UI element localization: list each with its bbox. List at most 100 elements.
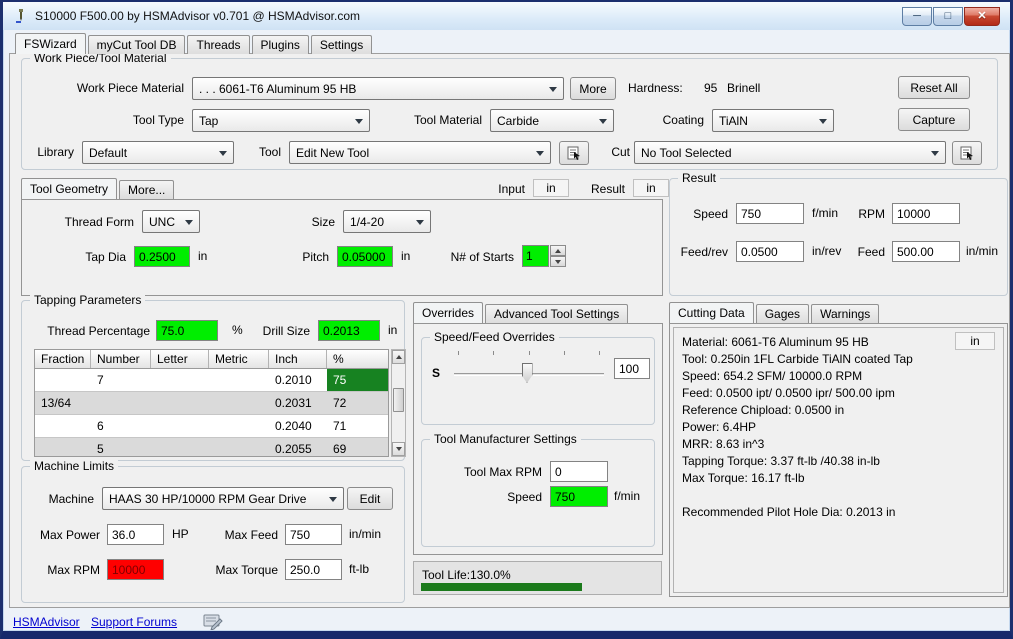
pitch-field[interactable]: 0.05000 <box>337 246 393 267</box>
starts-label: N# of Starts <box>427 249 514 265</box>
tab-mycut-tool-db[interactable]: myCut Tool DB <box>88 35 186 54</box>
support-forums-link[interactable]: Support Forums <box>91 614 177 630</box>
col-percent[interactable]: % <box>327 350 388 368</box>
feed-unit: in/min <box>966 241 998 262</box>
tab-gages[interactable]: Gages <box>756 304 809 323</box>
mfr-speed-unit: f/min <box>614 486 640 507</box>
tab-overrides[interactable]: Overrides <box>413 302 483 323</box>
tab-cutting-data[interactable]: Cutting Data <box>669 302 754 323</box>
library-select[interactable]: Default <box>82 141 234 164</box>
drill-size-field[interactable]: 0.2013 <box>318 320 380 341</box>
minimize-icon[interactable]: ─ <box>902 7 932 26</box>
coating-label: Coating <box>634 112 704 128</box>
cutting-line: Recommended Pilot Hole Dia: 0.2013 in <box>674 504 1003 521</box>
scroll-down-icon[interactable] <box>392 442 405 456</box>
title-bar[interactable]: S10000 F500.00 by HSMAdvisor v0.701 @ HS… <box>3 2 1010 30</box>
size-select[interactable]: 1/4-20 <box>343 210 431 233</box>
tool-manufacturer-group: Tool Manufacturer Settings Tool Max RPM … <box>421 439 655 547</box>
override-value-field[interactable]: 100 <box>614 358 650 379</box>
tool-label: Tool <box>242 144 281 160</box>
table-scrollbar[interactable] <box>391 349 406 457</box>
table-row[interactable]: 13/64 0.2031 72 <box>35 392 388 415</box>
result-label: Result <box>577 181 625 197</box>
thread-percentage-field[interactable]: 75.0 <box>156 320 218 341</box>
col-metric[interactable]: Metric <box>209 350 269 368</box>
tool-type-select[interactable]: Tap <box>192 109 370 132</box>
spin-up-icon[interactable] <box>550 245 566 256</box>
machine-label: Machine <box>22 491 94 507</box>
reset-all-button[interactable]: Reset All <box>898 76 970 99</box>
table-row[interactable]: 5 0.2055 69 <box>35 438 388 457</box>
slider-label: S <box>432 365 440 381</box>
machine-select[interactable]: HAAS 30 HP/10000 RPM Gear Drive <box>102 487 344 510</box>
maximize-icon[interactable]: □ <box>933 7 963 26</box>
hsmadvisor-link[interactable]: HSMAdvisor <box>13 614 80 630</box>
max-feed-label: Max Feed <box>208 527 278 543</box>
feed-rev-label: Feed/rev <box>670 244 728 260</box>
coating-select[interactable]: TiAlN <box>712 109 834 132</box>
machine-limits-group: Machine Limits Machine HAAS 30 HP/10000 … <box>21 466 405 603</box>
capture-button[interactable]: Capture <box>898 108 970 131</box>
tab-fswizard[interactable]: FSWizard <box>15 33 86 54</box>
tab-advanced-tool-settings[interactable]: Advanced Tool Settings <box>485 304 628 323</box>
rpm-field[interactable]: 10000 <box>892 203 960 224</box>
tab-warnings[interactable]: Warnings <box>811 304 879 323</box>
col-letter[interactable]: Letter <box>151 350 209 368</box>
col-number[interactable]: Number <box>91 350 151 368</box>
result-unit-box[interactable]: in <box>633 179 669 197</box>
tool-material-label: Tool Material <box>378 112 482 128</box>
tab-more[interactable]: More... <box>119 180 174 199</box>
tap-dia-label: Tap Dia <box>42 249 126 265</box>
table-row[interactable]: 6 0.2040 71 <box>35 415 388 438</box>
scroll-up-icon[interactable] <box>392 350 405 364</box>
tab-threads[interactable]: Threads <box>187 35 249 54</box>
mfr-speed-field[interactable]: 750 <box>550 486 608 507</box>
hardness-label: Hardness: <box>628 80 683 96</box>
col-fraction[interactable]: Fraction <box>35 350 91 368</box>
tapping-parameters-title: Tapping Parameters <box>30 293 145 308</box>
speed-override-slider[interactable] <box>454 351 604 391</box>
max-power-field[interactable]: 36.0 <box>107 524 164 545</box>
slider-thumb[interactable] <box>522 363 533 383</box>
tool-material-select[interactable]: Carbide <box>490 109 614 132</box>
input-unit-box[interactable]: in <box>533 179 569 197</box>
size-label: Size <box>292 214 335 230</box>
tap-dia-field[interactable]: 0.2500 <box>134 246 190 267</box>
cut-select[interactable]: No Tool Selected <box>634 141 946 164</box>
tool-list-edit-button[interactable] <box>559 141 589 165</box>
tool-select[interactable]: Edit New Tool <box>289 141 551 164</box>
feed-rev-field[interactable]: 0.0500 <box>736 241 804 262</box>
input-label: Input <box>459 181 525 197</box>
cutting-data-body: in Material: 6061-T6 Aluminum 95 HB Tool… <box>669 323 1008 597</box>
feed-field[interactable]: 500.00 <box>892 241 960 262</box>
feedback-icon[interactable] <box>203 613 223 630</box>
thread-percentage-unit: % <box>232 320 243 341</box>
work-piece-material-select[interactable]: . . . 6061-T6 Aluminum 95 HB <box>192 77 564 100</box>
thread-form-label: Thread Form <box>42 214 134 230</box>
tool-max-rpm-field[interactable]: 0 <box>550 461 608 482</box>
more-button[interactable]: More <box>570 77 616 100</box>
cut-list-edit-button[interactable] <box>952 141 982 165</box>
max-rpm-field[interactable]: 10000 <box>107 559 164 580</box>
thread-form-select[interactable]: UNC <box>142 210 200 233</box>
speed-field[interactable]: 750 <box>736 203 804 224</box>
starts-stepper[interactable]: 1 <box>522 245 566 267</box>
cut-label: Cut <box>602 144 630 160</box>
col-inch[interactable]: Inch <box>269 350 327 368</box>
edit-machine-button[interactable]: Edit <box>347 487 393 510</box>
close-icon[interactable]: ✕ <box>964 7 1000 26</box>
max-feed-field[interactable]: 750 <box>285 524 342 545</box>
cutting-unit-box[interactable]: in <box>955 332 995 350</box>
max-torque-field[interactable]: 250.0 <box>285 559 342 580</box>
main-tab-strip: FSWizard myCut Tool DB Threads Plugins S… <box>15 33 374 54</box>
scrollbar-thumb[interactable] <box>393 388 404 412</box>
spin-down-icon[interactable] <box>550 256 566 267</box>
tab-settings[interactable]: Settings <box>311 35 372 54</box>
table-row[interactable]: 7 0.2010 75 <box>35 369 388 392</box>
tab-plugins[interactable]: Plugins <box>252 35 309 54</box>
cutting-line: Tapping Torque: 3.37 ft-lb /40.38 in-lb <box>674 453 1003 470</box>
pitch-unit: in <box>401 246 410 267</box>
tab-tool-geometry[interactable]: Tool Geometry <box>21 178 117 199</box>
library-label: Library <box>22 144 74 160</box>
tool-life-label: Tool Life:130.0% <box>422 567 511 583</box>
